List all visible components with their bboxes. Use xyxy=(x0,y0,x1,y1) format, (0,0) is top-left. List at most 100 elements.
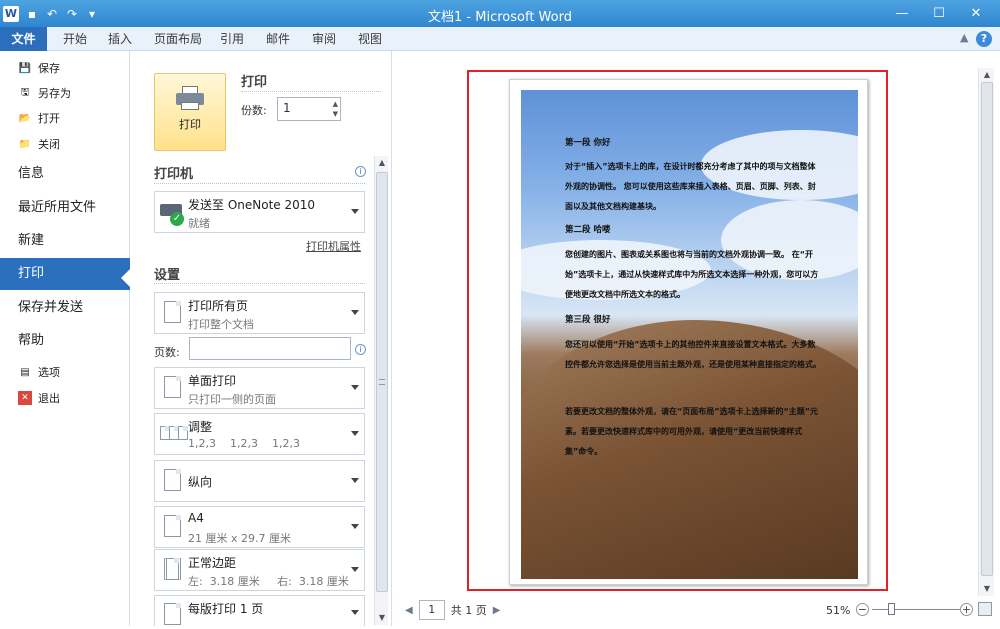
nav-label: 选项 xyxy=(38,366,60,379)
preview-paragraph: 您创建的图片、图表或关系图也将与当前的文档外观协调一致。 在“开始”选项卡上，通… xyxy=(565,250,819,299)
nav-print[interactable]: 打印 xyxy=(0,258,130,290)
spin-arrows-icon[interactable]: ▲ ▼ xyxy=(333,99,338,119)
printer-ready-icon: ✓ xyxy=(160,198,186,226)
printer-icon xyxy=(176,86,204,110)
settings-scrollbar[interactable]: ▲ ▼ xyxy=(374,156,388,625)
orientation-dropdown[interactable]: 纵向 xyxy=(154,460,365,502)
tab-review[interactable]: 审阅 xyxy=(306,27,342,51)
selected-arrow-icon xyxy=(121,269,130,287)
nav-exit[interactable]: ✕ 退出 xyxy=(0,387,130,409)
option-subtitle: 只打印一侧的页面 xyxy=(188,393,276,406)
option-subtitle: 左: 3.18 厘米 右: 3.18 厘米 xyxy=(188,575,349,588)
copies-stepper[interactable]: 1 ▲ ▼ xyxy=(277,97,341,121)
pages-label: 页数: xyxy=(154,346,180,359)
scroll-thumb[interactable] xyxy=(376,172,388,592)
info-icon[interactable]: i xyxy=(355,166,366,177)
info-icon[interactable]: i xyxy=(355,344,366,355)
option-title: 纵向 xyxy=(188,475,213,489)
close-icon[interactable]: ✕ xyxy=(958,0,994,27)
divider xyxy=(154,283,365,284)
printer-dropdown[interactable]: ✓ 发送至 OneNote 2010 就绪 xyxy=(154,191,365,233)
scroll-thumb[interactable] xyxy=(981,82,993,576)
ribbon-minimize-icon[interactable]: ▲ xyxy=(960,31,968,44)
print-settings-panel: 打印 打印 份数: 1 ▲ ▼ 打印机 i ✓ 发送至 OneNote 2010 … xyxy=(130,51,392,626)
backstage-nav: 💾 保存 🖫 另存为 📂 打开 📁 关闭 信息 最近所用文件 新建 打印 保存并… xyxy=(0,51,130,626)
nav-label: 打开 xyxy=(38,112,60,125)
option-subtitle: 21 厘米 x 29.7 厘米 xyxy=(188,532,291,545)
print-button[interactable]: 打印 xyxy=(154,73,226,151)
nav-save-as[interactable]: 🖫 另存为 xyxy=(0,82,130,104)
page-number-input[interactable]: 1 xyxy=(418,600,445,620)
printer-properties-link[interactable]: 打印机属性 xyxy=(306,238,361,254)
nav-label: 保存 xyxy=(38,62,60,75)
tab-references[interactable]: 引用 xyxy=(214,27,250,51)
minimize-icon[interactable]: — xyxy=(884,0,920,27)
scroll-down-icon[interactable]: ▼ xyxy=(376,611,388,625)
save-icon: 💾 xyxy=(18,62,32,74)
ribbon-tabs: 文件 开始 插入 页面布局 引用 邮件 审阅 视图 ▲ ? xyxy=(0,27,1000,51)
next-page-icon[interactable]: ▶ xyxy=(493,605,501,616)
tab-view[interactable]: 视图 xyxy=(352,27,388,51)
chevron-down-icon xyxy=(351,310,359,315)
nav-open[interactable]: 📂 打开 xyxy=(0,107,130,129)
paper-size-dropdown[interactable]: A4 21 厘米 x 29.7 厘米 xyxy=(154,506,365,548)
title-bar: W ▪ ↶ ↷ ▾ 文档1 - Microsoft Word — ☐ ✕ xyxy=(0,0,1000,27)
nav-save[interactable]: 💾 保存 xyxy=(0,57,130,79)
printer-status: 就绪 xyxy=(188,217,210,230)
print-range-dropdown[interactable]: 打印所有页 打印整个文档 xyxy=(154,292,365,334)
save-as-icon: 🖫 xyxy=(20,86,30,98)
pages-icon xyxy=(160,299,186,327)
close-document-icon: 📁 xyxy=(18,138,32,150)
divider xyxy=(241,91,381,92)
option-subtitle: 打印整个文档 xyxy=(188,318,254,331)
pages-input[interactable] xyxy=(189,337,351,360)
nav-label: 关闭 xyxy=(38,138,60,151)
folder-icon: 📂 xyxy=(18,112,32,124)
nav-save-send[interactable]: 保存并发送 xyxy=(0,292,130,324)
zoom-slider-thumb[interactable] xyxy=(888,603,895,615)
one-sided-icon xyxy=(160,374,186,402)
preview-scrollbar[interactable]: ▲ ▼ xyxy=(978,68,994,596)
option-subtitle: 1,2,3 1,2,3 1,2,3 xyxy=(188,437,300,450)
sides-dropdown[interactable]: 单面打印 只打印一侧的页面 xyxy=(154,367,365,409)
nav-close[interactable]: 📁 关闭 xyxy=(0,133,130,155)
paper-size-icon xyxy=(160,513,186,541)
option-title: 每版打印 1 页 xyxy=(188,602,264,616)
nav-info[interactable]: 信息 xyxy=(0,158,130,190)
collate-dropdown[interactable]: 调整 1,2,3 1,2,3 1,2,3 xyxy=(154,413,365,455)
zoom-to-page-icon[interactable] xyxy=(978,602,992,616)
scroll-up-icon[interactable]: ▲ xyxy=(981,68,993,82)
preview-paragraph: 您还可以使用“开始”选项卡上的其他控件来直接设置文本格式。大多数控件都允许您选择… xyxy=(565,340,821,369)
preview-paragraph: 若要更改文档的整体外观，请在“页面布局”选项卡上选择新的“主题”元素。若要更改快… xyxy=(565,407,819,456)
tab-insert[interactable]: 插入 xyxy=(102,27,138,51)
zoom-slider[interactable] xyxy=(872,609,960,610)
previous-page-icon[interactable]: ◀ xyxy=(405,605,413,616)
scroll-up-icon[interactable]: ▲ xyxy=(376,156,388,170)
pages-per-sheet-dropdown[interactable]: 每版打印 1 页 xyxy=(154,595,365,626)
nav-new[interactable]: 新建 xyxy=(0,225,130,257)
nav-recent[interactable]: 最近所用文件 xyxy=(0,192,130,224)
chevron-down-icon xyxy=(351,385,359,390)
exit-icon: ✕ xyxy=(18,391,32,405)
preview-heading: 第三段 很好 xyxy=(565,315,611,325)
preview-heading: 第一段 你好 xyxy=(565,138,611,148)
tab-file[interactable]: 文件 xyxy=(0,27,47,51)
divider xyxy=(154,183,365,184)
help-icon[interactable]: ? xyxy=(976,31,992,47)
chevron-down-icon xyxy=(351,431,359,436)
nav-help[interactable]: 帮助 xyxy=(0,325,130,357)
tab-page-layout[interactable]: 页面布局 xyxy=(148,27,208,51)
scroll-down-icon[interactable]: ▼ xyxy=(981,582,993,596)
zoom-out-icon[interactable]: − xyxy=(856,603,869,616)
zoom-in-icon[interactable]: + xyxy=(960,603,973,616)
nav-options[interactable]: ▤ 选项 xyxy=(0,361,130,383)
maximize-icon[interactable]: ☐ xyxy=(921,0,957,27)
copies-value: 1 xyxy=(283,101,291,115)
zoom-level[interactable]: 51% xyxy=(826,604,850,617)
tab-home[interactable]: 开始 xyxy=(56,27,94,51)
pages-per-sheet-icon xyxy=(160,601,186,629)
margins-dropdown[interactable]: 正常边距 左: 3.18 厘米 右: 3.18 厘米 xyxy=(154,549,365,591)
nav-label: 另存为 xyxy=(38,87,71,100)
option-title: 打印所有页 xyxy=(188,299,249,313)
tab-mailings[interactable]: 邮件 xyxy=(260,27,296,51)
